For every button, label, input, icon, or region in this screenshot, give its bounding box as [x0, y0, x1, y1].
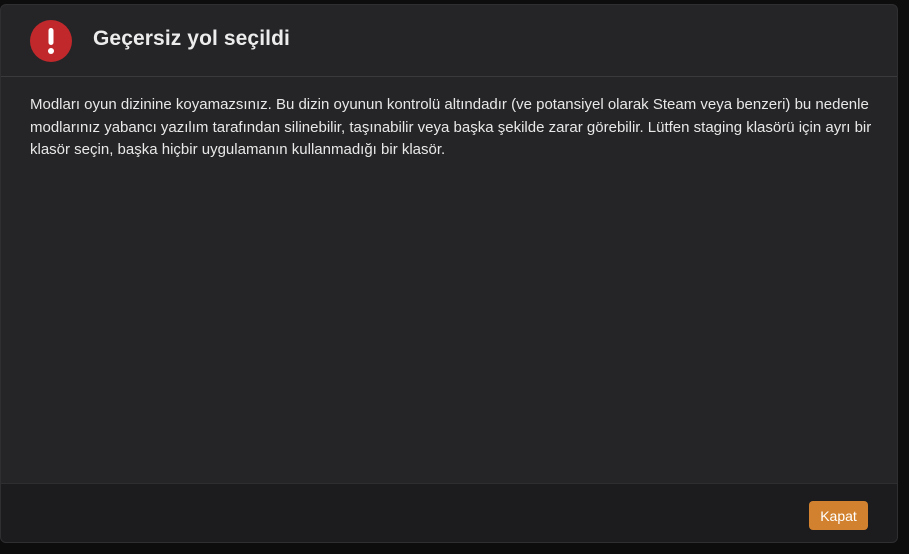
close-button[interactable]: Kapat: [809, 501, 868, 530]
error-dialog: Geçersiz yol seçildi Modları oyun dizini…: [0, 4, 898, 543]
dialog-title: Geçersiz yol seçildi: [93, 27, 290, 50]
exclamation-circle-icon: [30, 20, 72, 62]
dialog-footer: Kapat: [1, 483, 897, 542]
dialog-message: Modları oyun dizinine koyamazsınız. Bu d…: [30, 96, 872, 158]
dialog-header: Geçersiz yol seçildi: [1, 5, 897, 77]
dialog-body: Modları oyun dizinine koyamazsınız. Bu d…: [30, 94, 875, 162]
